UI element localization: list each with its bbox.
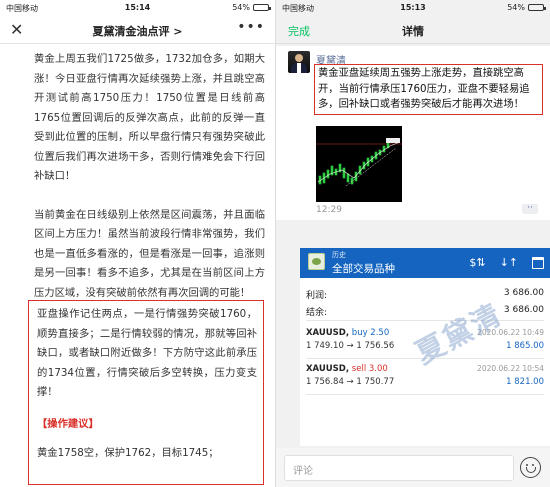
trade-plan: 黄金1758空，保护1762，目标1745；: [37, 446, 219, 459]
article-panel: 中国移动 15:14 54% ✕ 夏黛清金油点评 > ••• 黄金上周五我们17…: [0, 0, 275, 487]
trade-side: sell 3.00: [351, 364, 388, 374]
trade-prices: 1 749.10 → 1 756.56: [306, 341, 395, 351]
profit-label: 利润:: [306, 291, 328, 301]
strategy-heading: 【操作建议】: [37, 417, 99, 430]
channel-line: [345, 147, 397, 187]
comment-input[interactable]: 评论: [284, 455, 514, 481]
status-bar: 中国移动 15:14 54%: [0, 0, 275, 16]
detail-header: 完成 详情: [276, 16, 550, 44]
article-paragraph: 当前黄金在日线级别上依然是区间震荡，并且面临区间上方压力！虽然当前波段行情非常强…: [34, 208, 265, 299]
trade-symbol: XAUUSD,: [306, 328, 350, 338]
balance-label: 结余:: [306, 308, 328, 318]
trade-symbol-line: XAUUSD, sell 3.00: [306, 364, 388, 374]
status-bar: 中国移动 15:13 54%: [276, 0, 550, 16]
trade-prices: 1 756.84 → 1 750.77: [306, 377, 395, 387]
chart-image[interactable]: [316, 126, 402, 202]
strategy-text: 亚盘操作记住两点，一是行情强势突破1760，顺势直接多；二是行情较弱的情况，那就…: [37, 308, 257, 398]
battery-percent: 54%: [232, 3, 250, 12]
trade-side: buy 2.50: [351, 328, 390, 338]
comment-bar: 评论: [276, 448, 550, 487]
article-header: ✕ 夏黛清金油点评 > •••: [0, 16, 275, 44]
trade-symbol-line: XAUUSD, buy 2.50: [306, 328, 389, 338]
comment-more-button[interactable]: ··: [522, 204, 538, 214]
battery-percent: 54%: [507, 3, 525, 12]
battery-icon: [253, 4, 271, 11]
calendar-icon: [532, 257, 544, 269]
battery-icon: [528, 4, 546, 11]
app-toolbar: $⇅ ↓↑: [469, 256, 544, 269]
strategy-box: 亚盘操作记住两点，一是行情强势突破1760，顺势直接多；二是行情较弱的情况，那就…: [28, 300, 264, 485]
candle: [326, 169, 330, 179]
app-logo-icon: [308, 253, 325, 270]
app-subtitle: 历史: [332, 251, 346, 259]
emoji-icon[interactable]: [520, 457, 541, 478]
app-title: 全部交易品种: [332, 263, 395, 275]
battery-indicator: 54%: [232, 3, 271, 12]
post-text: 黄金亚盘延续周五强势上涨走势，直接跳空高开，当前行情承压1760压力，亚盘不要轻…: [314, 64, 543, 115]
battery-indicator: 54%: [507, 3, 546, 12]
article-body: 黄金上周五我们1725做多，1732加仓多，如期大涨！今日亚盘行情再次延续强势上…: [0, 44, 275, 303]
trade-symbol: XAUUSD,: [306, 364, 350, 374]
more-icon[interactable]: •••: [237, 19, 265, 35]
page-title: 详情: [402, 25, 424, 38]
post-time: 12:29: [316, 205, 342, 215]
account-title[interactable]: 夏黛清金油点评 >: [0, 23, 275, 39]
candle: [346, 173, 350, 183]
candle: [382, 145, 386, 153]
app-header: 历史 全部交易品种 $⇅ ↓↑: [300, 248, 550, 278]
chart-label-box: [386, 138, 400, 143]
moment-post: 夏黛清 黄金亚盘延续周五强势上涨走势，直接跳空高开，当前行情承压1760压力，亚…: [276, 46, 550, 220]
candlestick-chart-thumbnail: [316, 138, 402, 187]
candle: [350, 177, 354, 185]
avatar[interactable]: [288, 51, 310, 73]
article-paragraph: 黄金上周五我们1725做多，1732加仓多，如期大涨！今日亚盘行情再次延续强势上…: [34, 53, 265, 182]
currency-icon: $⇅: [469, 256, 486, 269]
avatar-head: [295, 54, 303, 62]
candle: [342, 167, 346, 179]
avatar-shirt: [297, 63, 301, 73]
sort-icon: ↓↑: [499, 256, 518, 269]
moments-detail-panel: 中国移动 15:13 54% 完成 详情 夏黛清 黄金亚盘延续周五强势上涨走势，…: [276, 0, 550, 487]
